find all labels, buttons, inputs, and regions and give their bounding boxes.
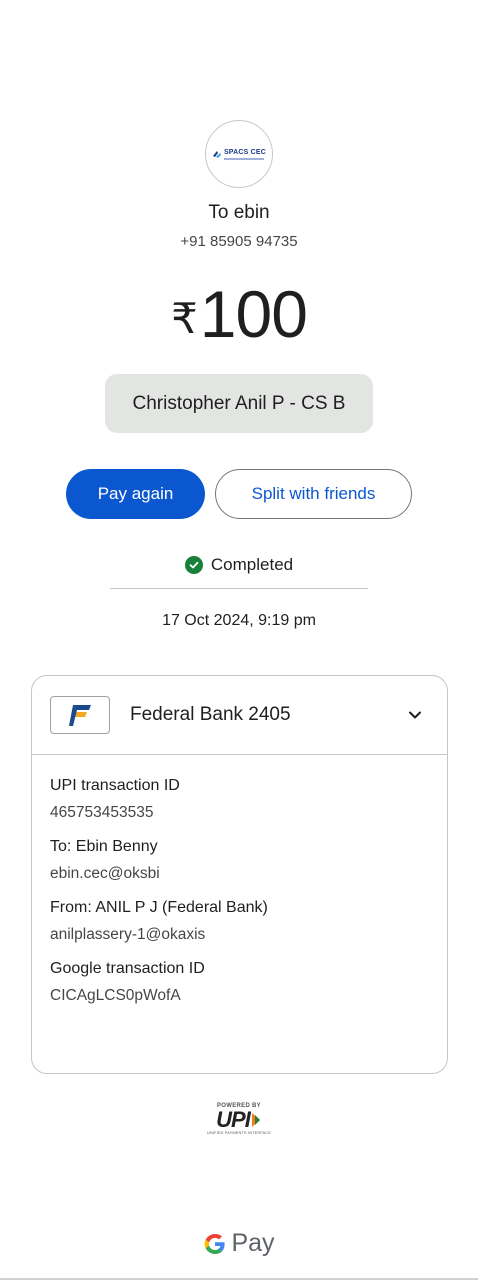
currency-symbol: ₹ xyxy=(171,295,198,342)
spacs-logo-icon xyxy=(212,151,221,158)
status-text: Completed xyxy=(210,555,294,574)
logo-text: SPACS CEC xyxy=(223,148,267,156)
from-label: From: ANIL P J (Federal Bank) xyxy=(50,899,268,916)
check-circle-icon xyxy=(184,556,203,574)
upi-wordmark: UPI xyxy=(216,1109,262,1131)
pay-again-button[interactable]: Pay again xyxy=(66,469,205,519)
recipient-name: To ebin xyxy=(208,202,270,223)
from-vpa[interactable]: anilplassery-1@okaxis xyxy=(50,926,447,944)
upi-transaction-id-value[interactable]: 465753453535 xyxy=(50,804,447,822)
google-pay-logo: Pay xyxy=(0,1229,478,1258)
upi-transaction-id-label: UPI transaction ID xyxy=(50,777,180,794)
recipient-avatar: SPACS CEC xyxy=(205,120,273,188)
google-transaction-id-value[interactable]: CICAgLCS0pWofA xyxy=(50,987,447,1005)
payment-receipt-screen: SPACS CEC To ebin +91 85905 94735 ₹ 100 … xyxy=(0,0,478,1280)
upi-text: UPI xyxy=(216,1107,251,1132)
split-with-friends-button[interactable]: Split with friends xyxy=(215,469,412,519)
status-divider xyxy=(110,588,368,589)
payment-amount: ₹ 100 xyxy=(0,276,478,352)
upi-logo: POWERED BY UPI UNIFIED PAYMENTS INTERFAC… xyxy=(0,1103,478,1135)
status-row: Completed xyxy=(0,555,478,575)
google-transaction-id-label: Google transaction ID xyxy=(50,960,205,977)
from-row: From: ANIL P J (Federal Bank) anilplasse… xyxy=(50,899,447,944)
federal-bank-logo-icon xyxy=(50,696,110,734)
amount-value: 100 xyxy=(199,277,308,351)
google-g-icon xyxy=(205,1233,226,1254)
bank-account-header[interactable]: Federal Bank 2405 xyxy=(32,676,447,755)
chevron-down-icon[interactable] xyxy=(405,705,425,725)
upi-subtitle: UNIFIED PAYMENTS INTERFACE xyxy=(206,1131,272,1135)
transaction-datetime: 17 Oct 2024, 9:19 pm xyxy=(162,612,316,629)
logo-tagline-line xyxy=(223,157,264,160)
transaction-details-card: Federal Bank 2405 UPI transaction ID 465… xyxy=(31,675,448,1074)
upi-arrow-icon xyxy=(251,1113,260,1127)
bank-account-name: Federal Bank 2405 xyxy=(130,704,291,725)
spacs-cec-logo: SPACS CEC xyxy=(212,149,266,160)
transaction-details: UPI transaction ID 465753453535 To: Ebin… xyxy=(32,755,447,1005)
payment-note: Christopher Anil P - CS B xyxy=(105,374,373,433)
to-vpa[interactable]: ebin.cec@oksbi xyxy=(50,865,447,883)
recipient-phone: +91 85905 94735 xyxy=(180,233,298,250)
to-row: To: Ebin Benny ebin.cec@oksbi xyxy=(50,838,447,883)
gpay-text: Pay xyxy=(231,1229,275,1257)
upi-transaction-id-row: UPI transaction ID 465753453535 xyxy=(50,777,447,822)
to-label: To: Ebin Benny xyxy=(50,838,158,855)
google-transaction-id-row: Google transaction ID CICAgLCS0pWofA xyxy=(50,960,447,1005)
